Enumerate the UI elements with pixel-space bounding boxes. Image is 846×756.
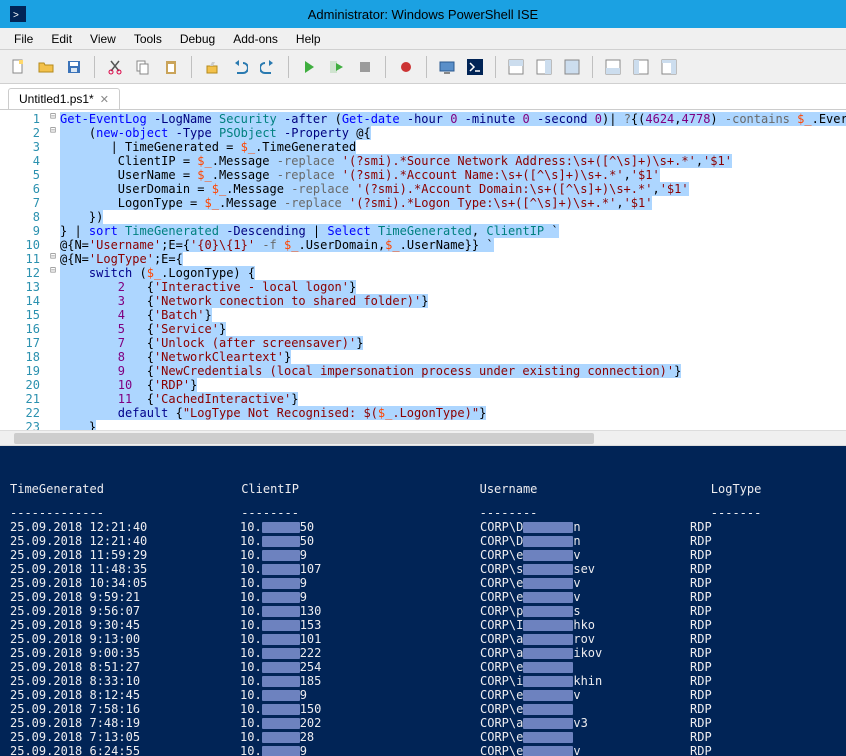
code-line[interactable]: 5 {'Service'} [60, 322, 846, 336]
title-bar: > Administrator: Windows PowerShell ISE [0, 0, 846, 28]
code-line[interactable]: default {"LogType Not Recognised: $($_.L… [60, 406, 846, 420]
code-line[interactable]: switch ($_.LogonType) { [60, 266, 846, 280]
open-file-icon[interactable] [34, 55, 58, 79]
show-script-right-icon[interactable] [532, 55, 556, 79]
powershell-icon[interactable] [463, 55, 487, 79]
close-icon[interactable]: ✕ [100, 93, 109, 106]
console-row: 25.09.2018 9:56:0710.130CORP\psRDP [10, 604, 836, 618]
tab-bar: Untitled1.ps1* ✕ [0, 84, 846, 110]
redo-icon[interactable] [256, 55, 280, 79]
code-line[interactable]: 9 {'NewCredentials (local impersonation … [60, 364, 846, 378]
copy-icon[interactable] [131, 55, 155, 79]
console-divider: ------------- -------- -------- ------- [10, 506, 836, 520]
code-line[interactable]: } [60, 420, 846, 430]
code-line[interactable]: (new-object -Type PSObject -Property @{ [60, 126, 846, 140]
show-script-max-icon[interactable] [560, 55, 584, 79]
console-header: TimeGenerated ClientIP Username LogType [10, 482, 836, 496]
code-line[interactable]: 8 {'NetworkCleartext'} [60, 350, 846, 364]
toolbar-separator [495, 56, 496, 78]
scrollbar-thumb[interactable] [14, 433, 594, 444]
save-icon[interactable] [62, 55, 86, 79]
console-row: 25.09.2018 8:12:4510.9CORP\evRDP [10, 688, 836, 702]
window-title: Administrator: Windows PowerShell ISE [308, 7, 538, 22]
fold-column[interactable]: ⊟⊟⊟⊟ [46, 110, 60, 430]
code-line[interactable]: LogonType = $_.Message -replace '(?smi).… [60, 196, 846, 210]
code-line[interactable]: 10 {'RDP'} [60, 378, 846, 392]
console-row: 25.09.2018 7:48:1910.202CORP\av3RDP [10, 716, 836, 730]
output-console[interactable]: TimeGenerated ClientIP Username LogType -… [0, 446, 846, 756]
code-line[interactable]: 7 {'Unlock (after screensaver)'} [60, 336, 846, 350]
show-command-addon-icon[interactable] [629, 55, 653, 79]
show-script-icon[interactable] [504, 55, 528, 79]
new-file-icon[interactable] [6, 55, 30, 79]
console-row: 25.09.2018 7:13:0510.28CORP\eRDP [10, 730, 836, 744]
console-row: 25.09.2018 6:24:5510.9CORP\evRDP [10, 744, 836, 756]
menu-view[interactable]: View [82, 30, 124, 48]
toolbar-separator [288, 56, 289, 78]
app-icon: > [10, 6, 26, 22]
console-row: 25.09.2018 9:00:3510.222CORP\aikovRDP [10, 646, 836, 660]
clear-icon[interactable] [200, 55, 224, 79]
toolbar [0, 50, 846, 84]
show-toolbar-icon[interactable] [657, 55, 681, 79]
code-line[interactable]: 3 {'Network conection to shared folder)'… [60, 294, 846, 308]
console-row: 25.09.2018 9:30:4510.153CORP\IhkoRDP [10, 618, 836, 632]
menu-debug[interactable]: Debug [172, 30, 223, 48]
console-row: 25.09.2018 11:48:3510.107CORP\ssevRDP [10, 562, 836, 576]
code-line[interactable]: }) [60, 210, 846, 224]
console-row: 25.09.2018 12:21:4010.50CORP\DnRDP [10, 520, 836, 534]
breakpoint-icon[interactable] [394, 55, 418, 79]
undo-icon[interactable] [228, 55, 252, 79]
console-row: 25.09.2018 10:34:0510.9CORP\evRDP [10, 576, 836, 590]
code-line[interactable]: 11 {'CachedInteractive'} [60, 392, 846, 406]
tab-untitled[interactable]: Untitled1.ps1* ✕ [8, 88, 120, 109]
svg-text:>: > [13, 10, 19, 21]
code-line[interactable]: UserName = $_.Message -replace '(?smi).*… [60, 168, 846, 182]
menu-file[interactable]: File [6, 30, 41, 48]
menu-help[interactable]: Help [288, 30, 329, 48]
line-number-gutter: 123456789101112131415161718192021222324 [0, 110, 46, 430]
tab-label: Untitled1.ps1* [19, 92, 94, 106]
toolbar-separator [191, 56, 192, 78]
run-icon[interactable] [297, 55, 321, 79]
menu-tools[interactable]: Tools [126, 30, 170, 48]
cut-icon[interactable] [103, 55, 127, 79]
console-row: 25.09.2018 7:58:1610.150CORP\eRDP [10, 702, 836, 716]
paste-icon[interactable] [159, 55, 183, 79]
menu-edit[interactable]: Edit [43, 30, 80, 48]
toolbar-separator [94, 56, 95, 78]
stop-icon[interactable] [353, 55, 377, 79]
menu-bar: FileEditViewToolsDebugAdd-onsHelp [0, 28, 846, 50]
code-line[interactable]: } | sort TimeGenerated -Descending | Sel… [60, 224, 846, 238]
new-remote-icon[interactable] [435, 55, 459, 79]
code-line[interactable]: Get-EventLog -LogName Security -after (G… [60, 112, 846, 126]
horizontal-scrollbar[interactable] [0, 430, 846, 446]
console-row: 25.09.2018 11:59:2910.9CORP\evRDP [10, 548, 836, 562]
code-line[interactable]: | TimeGenerated = $_.TimeGenerated [60, 140, 846, 154]
code-line[interactable]: ClientIP = $_.Message -replace '(?smi).*… [60, 154, 846, 168]
code-area[interactable]: Get-EventLog -LogName Security -after (G… [60, 110, 846, 430]
console-row: 25.09.2018 9:13:0010.101CORP\arovRDP [10, 632, 836, 646]
menu-add-ons[interactable]: Add-ons [225, 30, 286, 48]
console-row: 25.09.2018 9:59:2110.9CORP\evRDP [10, 590, 836, 604]
code-line[interactable]: 2 {'Interactive - local logon'} [60, 280, 846, 294]
toolbar-separator [592, 56, 593, 78]
console-row: 25.09.2018 12:21:4010.50CORP\DnRDP [10, 534, 836, 548]
code-line[interactable]: @{N='Username';E={'{0}\{1}' -f $_.UserDo… [60, 238, 846, 252]
console-row: 25.09.2018 8:51:2710.254CORP\eRDP [10, 660, 836, 674]
toolbar-separator [426, 56, 427, 78]
code-editor[interactable]: 123456789101112131415161718192021222324 … [0, 110, 846, 430]
code-line[interactable]: UserDomain = $_.Message -replace '(?smi)… [60, 182, 846, 196]
show-command-icon[interactable] [601, 55, 625, 79]
toolbar-separator [385, 56, 386, 78]
code-line[interactable]: @{N='LogType';E={ [60, 252, 846, 266]
console-row: 25.09.2018 8:33:1010.185CORP\ikhinRDP [10, 674, 836, 688]
code-line[interactable]: 4 {'Batch'} [60, 308, 846, 322]
run-selection-icon[interactable] [325, 55, 349, 79]
